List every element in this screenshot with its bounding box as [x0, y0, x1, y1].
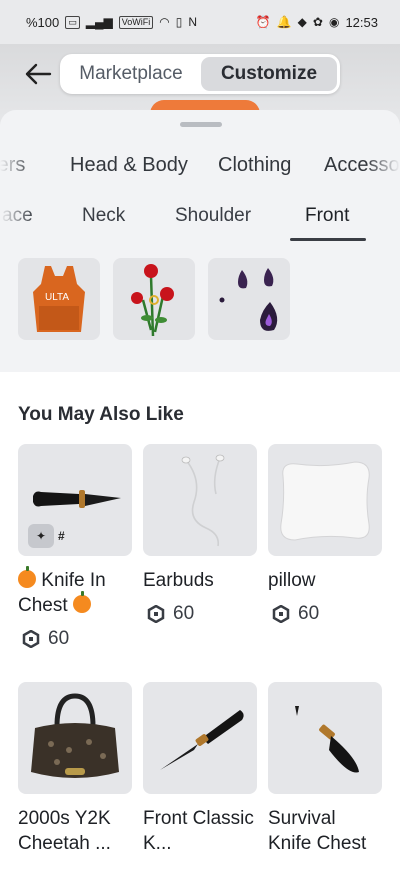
- back-arrow-icon: [25, 63, 52, 85]
- equipped-item[interactable]: [208, 258, 290, 340]
- equipped-item[interactable]: ULTA: [18, 258, 100, 340]
- active-tab-indicator: [290, 238, 366, 241]
- item-thumbnail: [268, 682, 382, 794]
- battery-level: %100: [26, 14, 60, 30]
- customize-sheet: ters Head & Body Clothing Accesso ace Ne…: [0, 110, 400, 884]
- wifi-call-icon: VoWiFi: [118, 15, 154, 29]
- back-button[interactable]: [22, 60, 54, 88]
- app-icon: ◆: [297, 15, 307, 29]
- equipped-item[interactable]: [113, 258, 195, 340]
- item-name: Earbuds: [143, 570, 214, 591]
- item-price: 60: [22, 628, 132, 650]
- status-bar: %100 ▭ ▂▄▆ VoWiFi ◠ ▯ N ⏰ 🔔 ◆ ✿ ◉ 12:53: [0, 0, 400, 44]
- tab-marketplace[interactable]: Marketplace: [63, 57, 199, 91]
- equipped-items: ULTA: [18, 258, 290, 340]
- svg-text:ULTA: ULTA: [45, 292, 69, 303]
- vibrate-icon: ▯: [175, 15, 183, 29]
- rose-bouquet-icon: [131, 264, 174, 337]
- item-badge: ✦ #: [28, 524, 65, 548]
- settings-icon: ✿: [312, 15, 323, 29]
- item-card[interactable]: pillow 60: [268, 444, 382, 625]
- recommendations-section: You May Also Like ✦ # Knife In Chest 60 …: [0, 372, 400, 884]
- item-price: 60: [272, 603, 382, 625]
- knife-icon: [33, 490, 121, 508]
- item-thumbnail: [143, 444, 257, 556]
- price-value: 60: [298, 603, 320, 624]
- mode-switcher: Marketplace Customize: [60, 54, 340, 94]
- item-thumbnail: ✦ #: [18, 444, 132, 556]
- pumpkin-icon: [72, 591, 91, 613]
- pillow-icon: [280, 461, 370, 541]
- category-fade-left: [0, 150, 34, 184]
- price-value: 60: [173, 603, 195, 624]
- tab-clothing[interactable]: Clothing: [218, 154, 291, 177]
- robux-icon: [22, 630, 40, 648]
- item-card[interactable]: ✦ # Knife In Chest 60: [18, 444, 132, 650]
- purple-flames-icon: [219, 268, 278, 331]
- price-value: 60: [48, 628, 70, 649]
- earbuds-icon: [181, 454, 225, 547]
- tab-neck[interactable]: Neck: [82, 205, 125, 227]
- battery-icon: ▭: [65, 15, 80, 29]
- signal-icon: ▂▄▆: [85, 15, 113, 29]
- robux-icon: [147, 605, 165, 623]
- item-card[interactable]: 2000s Y2K Cheetah ...: [18, 682, 132, 856]
- subcategory-tabs: ace Neck Shoulder Front: [0, 198, 400, 242]
- pumpkin-icon: [18, 566, 36, 588]
- item-thumbnail: [143, 682, 257, 794]
- item-name: Knife In Chest: [18, 566, 132, 618]
- tab-shoulder[interactable]: Shoulder: [175, 205, 251, 227]
- tab-front[interactable]: Front: [305, 205, 349, 227]
- orange-apron-icon: ULTA: [33, 266, 85, 332]
- notification-icon: 🔔: [276, 15, 292, 29]
- knife-icon: [160, 710, 244, 770]
- item-price: 60: [147, 603, 257, 625]
- item-thumbnail: [268, 444, 382, 556]
- tab-customize[interactable]: Customize: [201, 57, 337, 91]
- knife-icon: [295, 706, 359, 773]
- alarm-icon: ⏰: [255, 15, 271, 29]
- sparkle-icon: ✦: [28, 524, 54, 548]
- subcategory-fade-left: [0, 198, 34, 242]
- clock: 12:53: [345, 14, 378, 30]
- category-tabs: ters Head & Body Clothing Accesso: [0, 150, 400, 184]
- wifi-icon: ◠: [159, 15, 170, 29]
- item-name: pillow: [268, 570, 316, 591]
- item-name: 2000s Y2K Cheetah ...: [18, 808, 111, 854]
- sheet-drag-handle[interactable]: [180, 122, 222, 127]
- category-fade-right: [366, 150, 400, 184]
- eye-icon: ◉: [328, 15, 340, 29]
- status-right: ⏰ 🔔 ◆ ✿ ◉ 12:53: [256, 15, 378, 30]
- item-name: Front Classic K...: [143, 808, 254, 854]
- item-card[interactable]: Front Classic K...: [143, 682, 257, 856]
- item-card[interactable]: Survival Knife Chest: [268, 682, 382, 856]
- status-left: %100 ▭ ▂▄▆ VoWiFi ◠ ▯ N: [26, 15, 197, 30]
- nfc-icon: N: [188, 15, 198, 29]
- item-thumbnail: [18, 682, 132, 794]
- robux-icon: [272, 605, 290, 623]
- item-card[interactable]: Earbuds 60: [143, 444, 257, 625]
- tab-head-body[interactable]: Head & Body: [70, 154, 188, 177]
- item-name: Survival Knife Chest: [268, 808, 367, 854]
- recommendations-title: You May Also Like: [18, 404, 184, 425]
- handbag-icon: [31, 693, 119, 778]
- badge-label: #: [58, 529, 65, 543]
